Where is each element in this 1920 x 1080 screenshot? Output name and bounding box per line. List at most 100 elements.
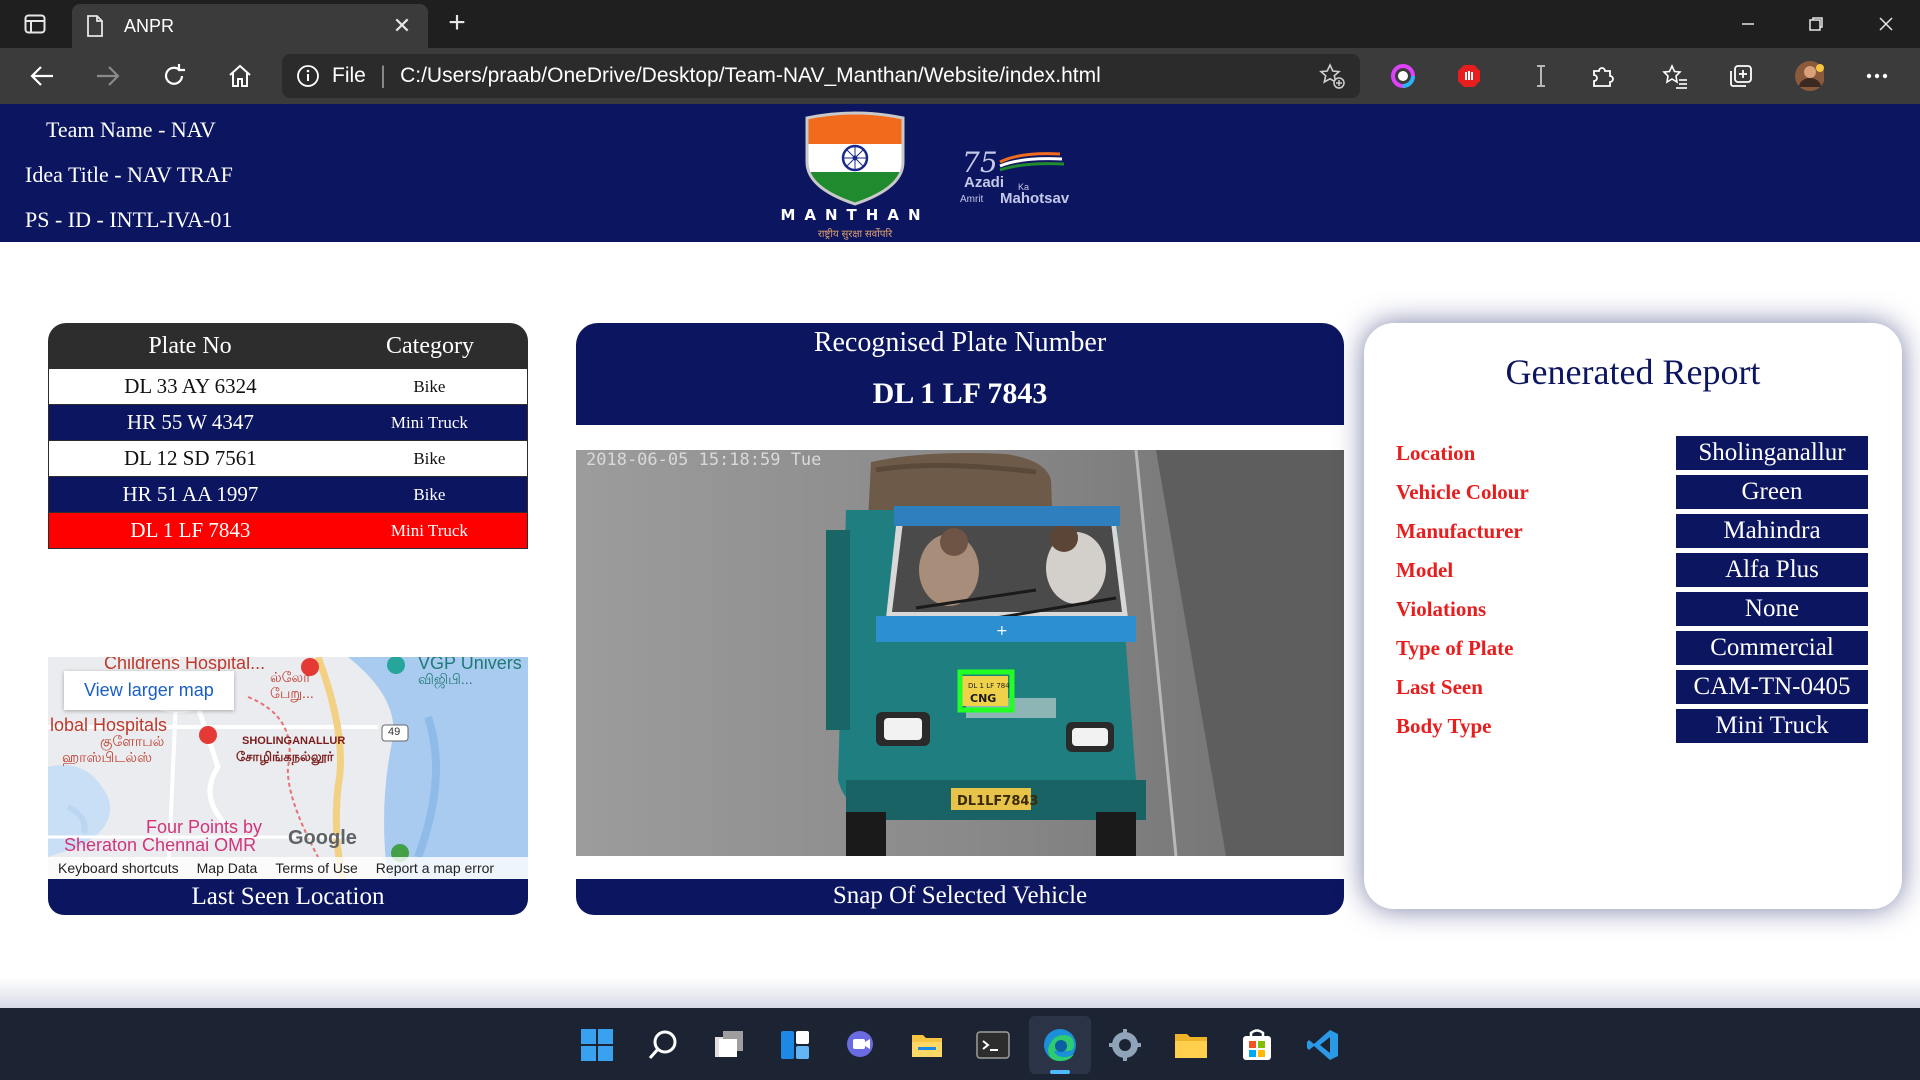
color-picker-extension-icon[interactable] [1388,61,1418,91]
category-cell: Bike [413,376,446,396]
report-label: Violations [1396,597,1487,621]
map-label: Sheraton Chennai OMR [64,835,257,855]
ps-id: PS - ID - INTL-IVA-01 [25,207,233,232]
browser-tab[interactable]: ANPR ✕ [72,4,428,48]
report-row-model: Model Alfa Plus [1396,553,1876,587]
profile-avatar[interactable] [1794,61,1824,91]
idea-title: Idea Title - NAV TRAF [25,162,233,187]
text-cursor-extension-icon[interactable] [1526,61,1556,91]
plate-cell: HR 55 W 4347 [126,410,254,434]
terms-of-use-link[interactable]: Terms of Use [275,860,357,876]
view-larger-map-link[interactable]: View larger map [64,671,234,710]
table-row[interactable]: DL 33 AY 6324 Bike [48,369,528,405]
chat-icon[interactable] [842,1026,880,1064]
refresh-icon[interactable] [154,58,194,94]
map-label: பேறு... [270,685,314,701]
tab-actions-icon[interactable] [18,10,52,38]
report-label: Model [1396,558,1454,582]
table-row[interactable]: HR 51 AA 1997 Bike [48,477,528,513]
favorites-icon[interactable] [1660,61,1690,91]
report-row-body-type: Body Type Mini Truck [1396,709,1876,743]
team-name: Team Name - NAV [46,117,216,142]
collections-icon[interactable] [1726,61,1756,91]
report-label: Manufacturer [1396,519,1523,543]
report-value: Mini Truck [1676,709,1868,743]
address-bar[interactable]: File | C:/Users/praab/OneDrive/Desktop/T… [282,54,1360,98]
report-row-type-of-plate: Type of Plate Commercial [1396,631,1876,665]
truck-plate-text: DL1LF7843 [957,794,1038,809]
plate-cell: HR 51 AA 1997 [122,482,259,506]
column-header-plate: Plate No [148,332,232,359]
close-tab-icon[interactable]: ✕ [390,13,414,39]
azadi-text: Azadi [964,174,1005,191]
map-label: சோழிங்கநல்லூர் [236,749,334,764]
add-favorite-icon[interactable] [1318,62,1346,90]
table-row[interactable]: DL 12 SD 7561 Bike [48,441,528,477]
more-options-icon[interactable] [1862,61,1892,91]
forward-icon[interactable] [88,58,128,94]
url-text[interactable]: C:/Users/praab/OneDrive/Desktop/Team-NAV… [400,64,1318,88]
home-icon[interactable] [220,58,260,94]
terminal-icon[interactable] [974,1026,1012,1064]
report-value: CAM-TN-0405 [1676,670,1868,704]
map-label: விஜிபி... [418,671,473,687]
browser-toolbar: File | C:/Users/praab/OneDrive/Desktop/T… [0,48,1920,104]
page-icon [86,15,106,37]
report-label: Body Type [1396,714,1492,738]
report-row-last-seen: Last Seen CAM-TN-0405 [1396,670,1876,704]
browser-tab-bar: ANPR ✕ + [0,0,1920,48]
map-label: 49 [388,726,401,738]
windows-start-icon[interactable] [578,1026,616,1064]
back-icon[interactable] [22,58,62,94]
vehicle-snapshot: + DL1LF7843 DL 1 LF 7843 CNG 2018-06-05 … [576,450,1344,856]
new-tab-button[interactable]: + [440,8,474,40]
recognised-plate-title: Recognised Plate Number [813,327,1107,358]
cng-label: CNG [970,692,996,705]
store-icon[interactable] [1238,1026,1276,1064]
category-cell: Bike [413,448,446,468]
vehicle-photo: + DL1LF7843 DL 1 LF 7843 CNG [576,450,1344,856]
extensions-icon[interactable] [1588,61,1618,91]
recognised-plate-panel: Recognised Plate Number DL 1 LF 7843 [576,323,1344,425]
last-seen-map[interactable]: Childrens Hospital... ல்லோ பேறு... VGP U… [48,657,528,879]
settings-icon[interactable] [1106,1026,1144,1064]
report-value: None [1676,592,1868,626]
report-label: Location [1396,441,1476,465]
search-icon[interactable] [644,1026,682,1064]
stop-extension-icon[interactable] [1454,61,1484,91]
plate-list-table: Plate No Category DL 33 AY 6324 Bike HR … [48,323,528,549]
report-value: Green [1676,475,1868,509]
generated-report-card: Generated Report Location Sholinganallur… [1364,323,1902,909]
table-row[interactable]: HR 55 W 4347 Mini Truck [48,405,528,441]
last-seen-location-caption: Last Seen Location [48,879,528,915]
address-separator: | [379,62,387,89]
widgets-icon[interactable] [776,1026,814,1064]
manthan-tagline: राष्ट्रीय सुरक्षा सर्वोपरि [817,229,893,240]
plate-cell: DL 1 LF 7843 [130,518,251,542]
report-label: Type of Plate [1396,636,1514,660]
folder-icon[interactable] [1172,1026,1210,1064]
info-icon[interactable] [296,64,320,88]
report-title: Generated Report [1505,352,1761,392]
file-scheme-label: File [332,64,366,87]
restore-icon[interactable] [1796,8,1836,40]
manthan-wordmark: MANTHAN [780,206,930,224]
category-cell: Mini Truck [390,520,468,540]
report-value: Alfa Plus [1676,553,1868,587]
table-row-selected[interactable]: DL 1 LF 7843 Mini Truck [48,513,528,549]
report-map-error-link[interactable]: Report a map error [376,860,494,876]
file-explorer-icon[interactable] [908,1026,946,1064]
map-data-link[interactable]: Map Data [197,860,258,876]
vscode-icon[interactable] [1304,1026,1342,1064]
detected-plate-text: DL 1 LF 7843 [968,682,1014,690]
minimize-icon[interactable] [1728,8,1768,40]
windows-taskbar [0,1008,1920,1080]
report-row-manufacturer: Manufacturer Mahindra [1396,514,1876,548]
keyboard-shortcuts-link[interactable]: Keyboard shortcuts [58,860,179,876]
category-cell: Bike [413,484,446,504]
task-view-icon[interactable] [710,1026,748,1064]
tab-title: ANPR [124,15,175,36]
close-window-icon[interactable] [1866,8,1906,40]
snapshot-timestamp: 2018-06-05 15:18:59 Tue [586,450,822,470]
edge-icon[interactable] [1041,1026,1079,1064]
